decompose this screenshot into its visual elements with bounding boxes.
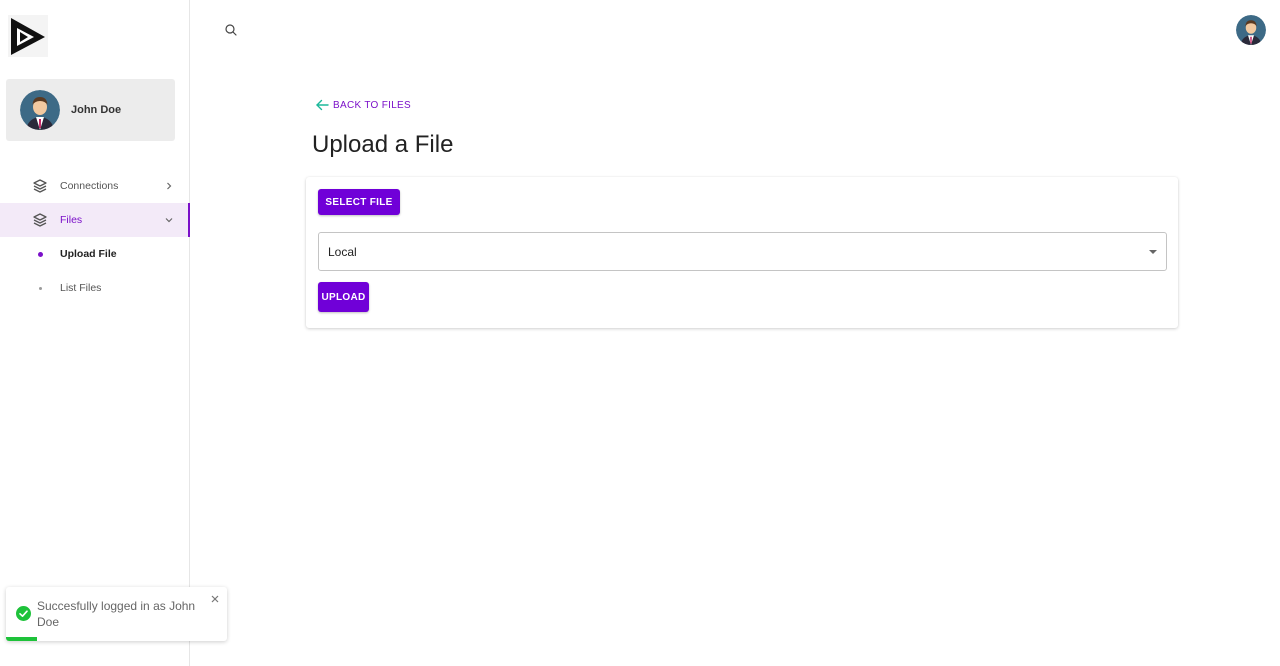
- person-avatar-icon: [1236, 15, 1266, 45]
- app-logo[interactable]: [8, 15, 48, 57]
- play-triangle-logo: [11, 18, 45, 55]
- sidebar: John Doe Connections Files Upload File L…: [0, 0, 190, 666]
- sidebar-subitem-list-files[interactable]: List Files: [0, 271, 190, 305]
- sidebar-item-label: Connections: [60, 180, 119, 192]
- sidebar-item-connections[interactable]: Connections: [0, 169, 190, 203]
- storage-select[interactable]: Local: [318, 232, 1167, 271]
- close-icon[interactable]: [209, 593, 221, 605]
- storage-select-value: Local: [328, 244, 357, 259]
- search-icon: [225, 24, 237, 36]
- chevron-down-icon: [165, 218, 173, 223]
- toast-progress-bar: [6, 637, 37, 641]
- sidebar-subitem-upload-file[interactable]: Upload File: [0, 237, 190, 271]
- sidebar-subitem-label: List Files: [60, 282, 102, 294]
- layers-icon: [33, 179, 47, 193]
- upload-button[interactable]: UPLOAD: [318, 282, 369, 312]
- sidebar-item-files[interactable]: Files: [0, 203, 190, 237]
- chevron-right-icon: [167, 182, 172, 190]
- account-avatar-button[interactable]: [1236, 15, 1266, 45]
- sidebar-nav: Connections Files Upload File List Files: [0, 169, 190, 305]
- person-avatar-icon: [20, 90, 60, 130]
- user-name: John Doe: [71, 104, 122, 116]
- select-file-button[interactable]: SELECT FILE: [318, 189, 400, 215]
- back-to-files-link[interactable]: BACK TO FILES: [315, 98, 411, 112]
- bullet-icon: [39, 287, 42, 290]
- sidebar-subitem-label: Upload File: [60, 248, 117, 260]
- arrow-left-icon: [316, 99, 329, 111]
- page-title: Upload a File: [312, 131, 454, 158]
- dropdown-caret-icon: [1149, 250, 1157, 254]
- toast-message: Succesfully logged in as John Doe: [37, 599, 196, 629]
- check-circle-icon: [16, 606, 31, 621]
- upload-card: SELECT FILE Local UPLOAD: [306, 177, 1178, 328]
- layers-icon: [33, 213, 47, 227]
- sidebar-item-label: Files: [60, 214, 83, 226]
- user-card[interactable]: John Doe: [6, 79, 175, 141]
- bullet-icon: [38, 252, 43, 257]
- user-avatar: [20, 90, 60, 130]
- back-link-label: BACK TO FILES: [333, 99, 412, 111]
- search-button[interactable]: [223, 22, 239, 38]
- success-toast: Succesfully logged in as John Doe: [6, 587, 227, 641]
